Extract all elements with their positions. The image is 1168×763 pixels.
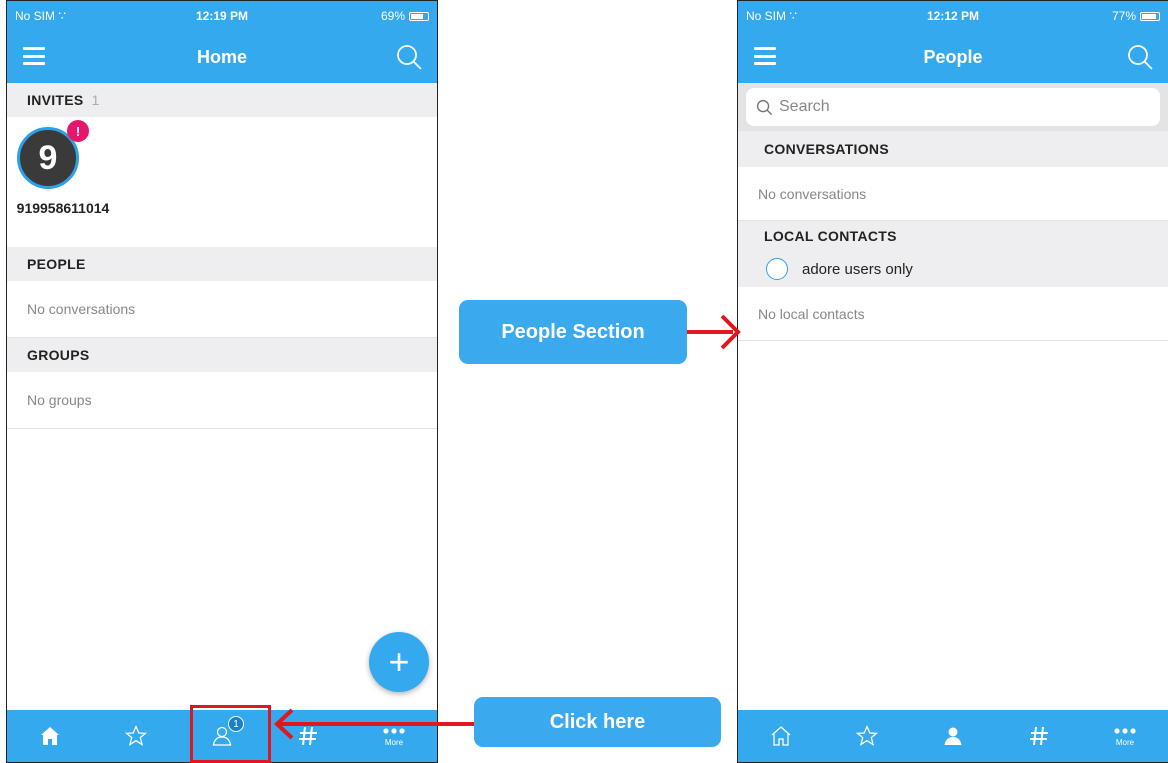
- search-bar: Search: [738, 83, 1168, 131]
- tab-home[interactable]: [738, 710, 824, 762]
- page-title: People: [923, 46, 983, 67]
- groups-header: GROUPS: [7, 338, 437, 372]
- more-icon: [383, 728, 405, 734]
- tab-more[interactable]: More: [351, 710, 437, 762]
- adore-users-radio[interactable]: [766, 258, 788, 280]
- search-icon[interactable]: [1126, 43, 1154, 71]
- invites-label: INVITES: [27, 92, 84, 108]
- tab-home[interactable]: [7, 710, 93, 762]
- tab-rooms[interactable]: [996, 710, 1082, 762]
- local-contacts-header: LOCAL CONTACTS: [738, 221, 1168, 251]
- people-tab-highlight: [190, 705, 271, 763]
- arrow-to-people-screen: [687, 314, 741, 350]
- people-screen: No SIM ∵ 12:12 PM 77% People Search CONV…: [737, 0, 1168, 763]
- battery-icon: [409, 11, 429, 21]
- tab-people[interactable]: [910, 710, 996, 762]
- battery-text: 77%: [1111, 9, 1136, 23]
- home-icon: [41, 727, 59, 745]
- tab-favorites[interactable]: [824, 710, 910, 762]
- more-icon: [1114, 728, 1136, 734]
- wifi-icon: ∵: [58, 9, 66, 23]
- people-section-callout: People Section: [459, 300, 687, 364]
- no-groups-text: No groups: [7, 372, 437, 429]
- menu-icon[interactable]: [754, 47, 776, 65]
- people-header: PEOPLE: [7, 247, 437, 281]
- battery-text: 69%: [380, 9, 405, 23]
- conversations-label: CONVERSATIONS: [764, 141, 889, 157]
- tab-more[interactable]: More: [1082, 710, 1168, 762]
- battery-indicator: 77%: [1010, 9, 1160, 23]
- menu-icon[interactable]: [23, 47, 45, 65]
- carrier-label: No SIM ∵: [15, 9, 165, 23]
- wifi-icon: ∵: [789, 9, 797, 23]
- hashtag-icon: [1030, 726, 1048, 746]
- adore-users-label: adore users only: [802, 260, 913, 278]
- battery-indicator: 69%: [279, 9, 429, 23]
- groups-label: GROUPS: [27, 347, 90, 363]
- invites-count: 1: [91, 92, 100, 108]
- invites-header: INVITES 1: [7, 83, 437, 117]
- search-input[interactable]: Search: [746, 88, 1160, 126]
- navigation-bar: Home: [7, 31, 437, 83]
- more-label: More: [1115, 738, 1135, 747]
- status-time: 12:19 PM: [195, 9, 249, 23]
- carrier-text: No SIM: [746, 9, 787, 23]
- adore-users-filter[interactable]: adore users only: [738, 251, 1168, 287]
- no-local-contacts-text: No local contacts: [738, 287, 1168, 341]
- local-contacts-label: LOCAL CONTACTS: [764, 228, 897, 244]
- tab-rooms[interactable]: [265, 710, 351, 762]
- star-icon: [855, 724, 879, 746]
- add-button[interactable]: +: [369, 632, 429, 692]
- page-title: Home: [196, 46, 247, 67]
- search-placeholder: Search: [779, 98, 830, 115]
- conversations-header: CONVERSATIONS: [738, 131, 1168, 167]
- people-label: PEOPLE: [27, 256, 86, 272]
- home-icon: [771, 726, 791, 746]
- star-icon: [124, 724, 148, 746]
- magnifier-icon: [756, 99, 773, 115]
- no-conversations-text: No conversations: [7, 281, 437, 338]
- home-screen: No SIM ∵ 12:19 PM 69% Home INVITES 1 9 !…: [6, 0, 438, 763]
- invite-item[interactable]: 9 ! 919958611014: [7, 117, 437, 247]
- more-label: More: [384, 738, 404, 747]
- hashtag-icon: [299, 726, 317, 746]
- search-icon[interactable]: [395, 43, 423, 71]
- carrier-text: No SIM: [15, 9, 56, 23]
- invite-name: 919958611014: [16, 200, 110, 216]
- status-bar: No SIM ∵ 12:19 PM 69%: [7, 1, 437, 31]
- click-here-callout: Click here: [474, 697, 721, 747]
- status-bar: No SIM ∵ 12:12 PM 77%: [738, 1, 1168, 31]
- tab-favorites[interactable]: [93, 710, 179, 762]
- battery-icon: [1140, 11, 1160, 21]
- status-time: 12:12 PM: [926, 9, 980, 23]
- carrier-label: No SIM ∵: [746, 9, 896, 23]
- navigation-bar: People: [738, 31, 1168, 83]
- no-conversations-text: No conversations: [738, 167, 1168, 221]
- tab-bar: More: [738, 710, 1168, 762]
- person-icon: [944, 727, 962, 745]
- invite-alert-badge: !: [67, 120, 89, 142]
